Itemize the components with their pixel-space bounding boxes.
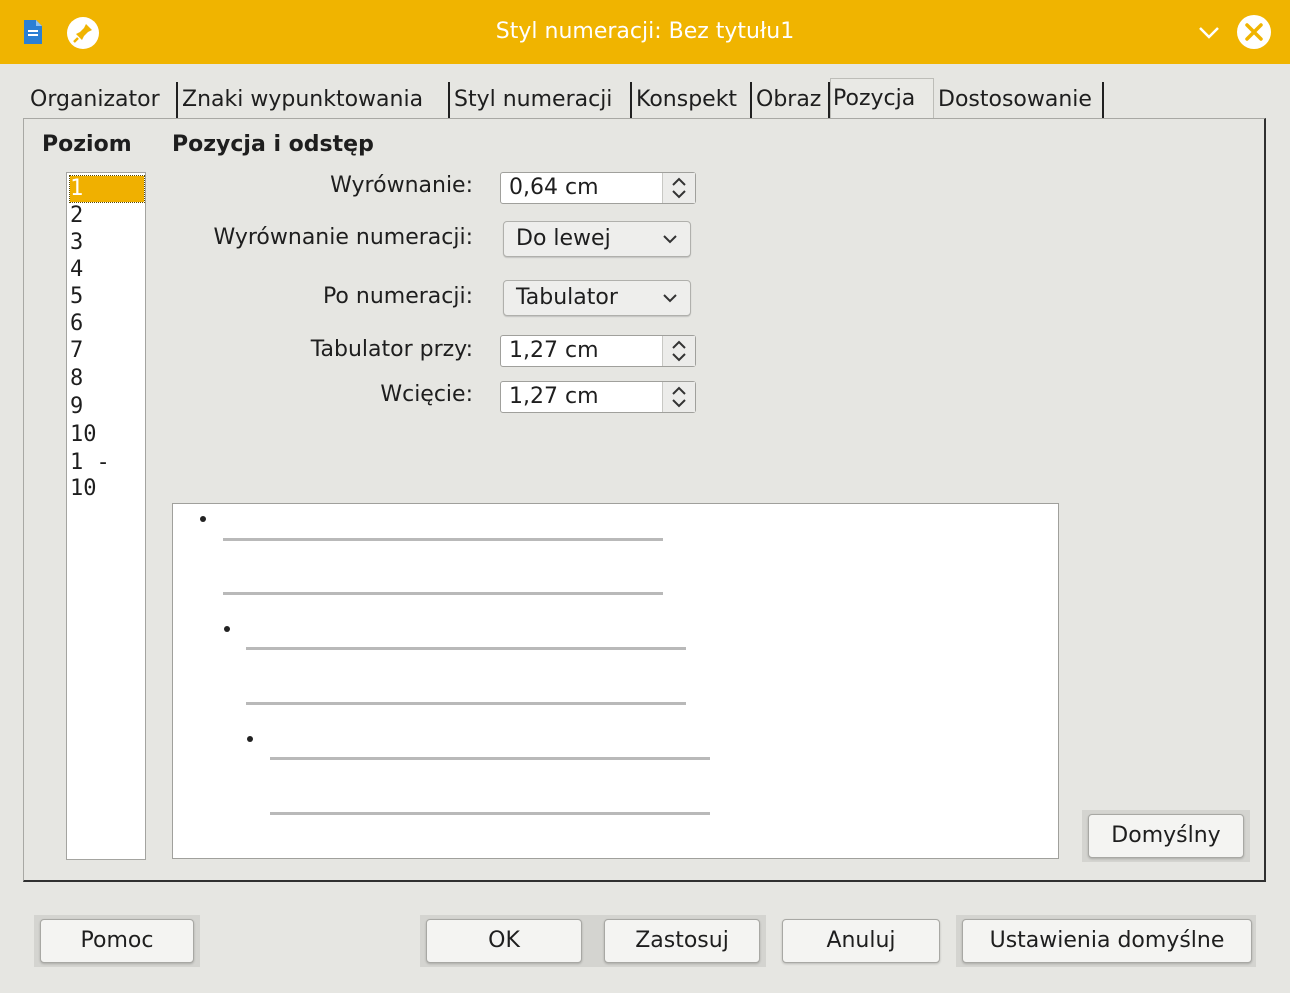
chevron-down-icon[interactable]	[1196, 22, 1222, 44]
level-heading: Poziom	[42, 132, 132, 157]
help-button[interactable]: Pomoc	[40, 919, 194, 963]
window-title: Styl numeracji: Bez tytułu1	[495, 19, 795, 44]
spin-arrows[interactable]	[662, 173, 695, 203]
list-item[interactable]: 8	[70, 366, 144, 392]
list-item[interactable]: 1 - 10	[70, 450, 144, 501]
tab-image[interactable]: Obraz	[754, 82, 830, 118]
preview-area	[172, 503, 1059, 859]
preview-line	[223, 592, 663, 595]
tab-bullets[interactable]: Znaki wypunktowania	[180, 82, 450, 118]
list-item[interactable]: 1	[69, 175, 145, 203]
level-list[interactable]: 1 2 3 4 5 6 7 8 9 10 1 - 10	[66, 172, 146, 860]
spin-arrows[interactable]	[662, 382, 695, 412]
default-button[interactable]: Domyślny	[1088, 814, 1244, 858]
spin-up-down-icon[interactable]	[663, 382, 695, 412]
apply-button[interactable]: Zastosuj	[604, 919, 760, 963]
numbering-alignment-value: Do lewej	[516, 226, 611, 251]
aligned-at-value: 0,64 cm	[509, 175, 599, 200]
position-heading: Pozycja i odstęp	[172, 132, 374, 157]
close-icon[interactable]	[1236, 14, 1272, 50]
tab-numbering-type[interactable]: Styl numeracji	[452, 82, 632, 118]
ok-button[interactable]: OK	[426, 919, 582, 963]
indent-spinbox[interactable]: 1,27 cm	[500, 381, 696, 413]
list-item[interactable]: 9	[70, 394, 144, 420]
numbering-alignment-select[interactable]: Do lewej	[503, 221, 691, 257]
list-item[interactable]: 2	[70, 203, 144, 229]
followed-by-select[interactable]: Tabulator	[503, 280, 691, 316]
aligned-at-spinbox[interactable]: 0,64 cm	[500, 172, 696, 204]
tab-position[interactable]: Pozycja	[830, 78, 934, 120]
list-item[interactable]: 4	[70, 257, 144, 283]
reset-button[interactable]: Ustawienia domyślne	[962, 919, 1252, 963]
spin-up-down-icon[interactable]	[663, 336, 695, 366]
indent-label: Wcięcie:	[380, 382, 473, 407]
list-item[interactable]: 7	[70, 338, 144, 364]
chevron-down-icon	[663, 294, 677, 303]
preview-line	[246, 647, 686, 650]
spin-arrows[interactable]	[662, 336, 695, 366]
list-item[interactable]: 3	[70, 230, 144, 256]
tab-stop-value: 1,27 cm	[509, 338, 599, 363]
chevron-down-icon	[663, 235, 677, 244]
list-item[interactable]: 6	[70, 311, 144, 337]
list-item[interactable]: 10	[70, 422, 144, 448]
tab-organizer[interactable]: Organizator	[28, 82, 178, 118]
bullet-icon	[200, 516, 206, 522]
preview-line	[270, 812, 710, 815]
numbering-alignment-label: Wyrównanie numeracji:	[213, 225, 473, 250]
tab-outline[interactable]: Konspekt	[634, 82, 752, 118]
list-item[interactable]: 5	[70, 284, 144, 310]
title-bar: Styl numeracji: Bez tytułu1	[0, 0, 1290, 64]
followed-by-value: Tabulator	[516, 285, 618, 310]
followed-by-label: Po numeracji:	[322, 284, 473, 309]
indent-value: 1,27 cm	[509, 384, 599, 409]
aligned-at-label: Wyrównanie:	[330, 173, 473, 198]
tab-stop-spinbox[interactable]: 1,27 cm	[500, 335, 696, 367]
cancel-button[interactable]: Anuluj	[782, 919, 940, 963]
bullet-icon	[247, 736, 253, 742]
preview-line	[246, 702, 686, 705]
bullet-icon	[224, 626, 230, 632]
tab-customize[interactable]: Dostosowanie	[936, 82, 1104, 118]
spin-up-down-icon[interactable]	[663, 173, 695, 203]
preview-line	[270, 757, 710, 760]
tab-stop-label: Tabulator przy:	[310, 337, 473, 362]
preview-line	[223, 538, 663, 541]
